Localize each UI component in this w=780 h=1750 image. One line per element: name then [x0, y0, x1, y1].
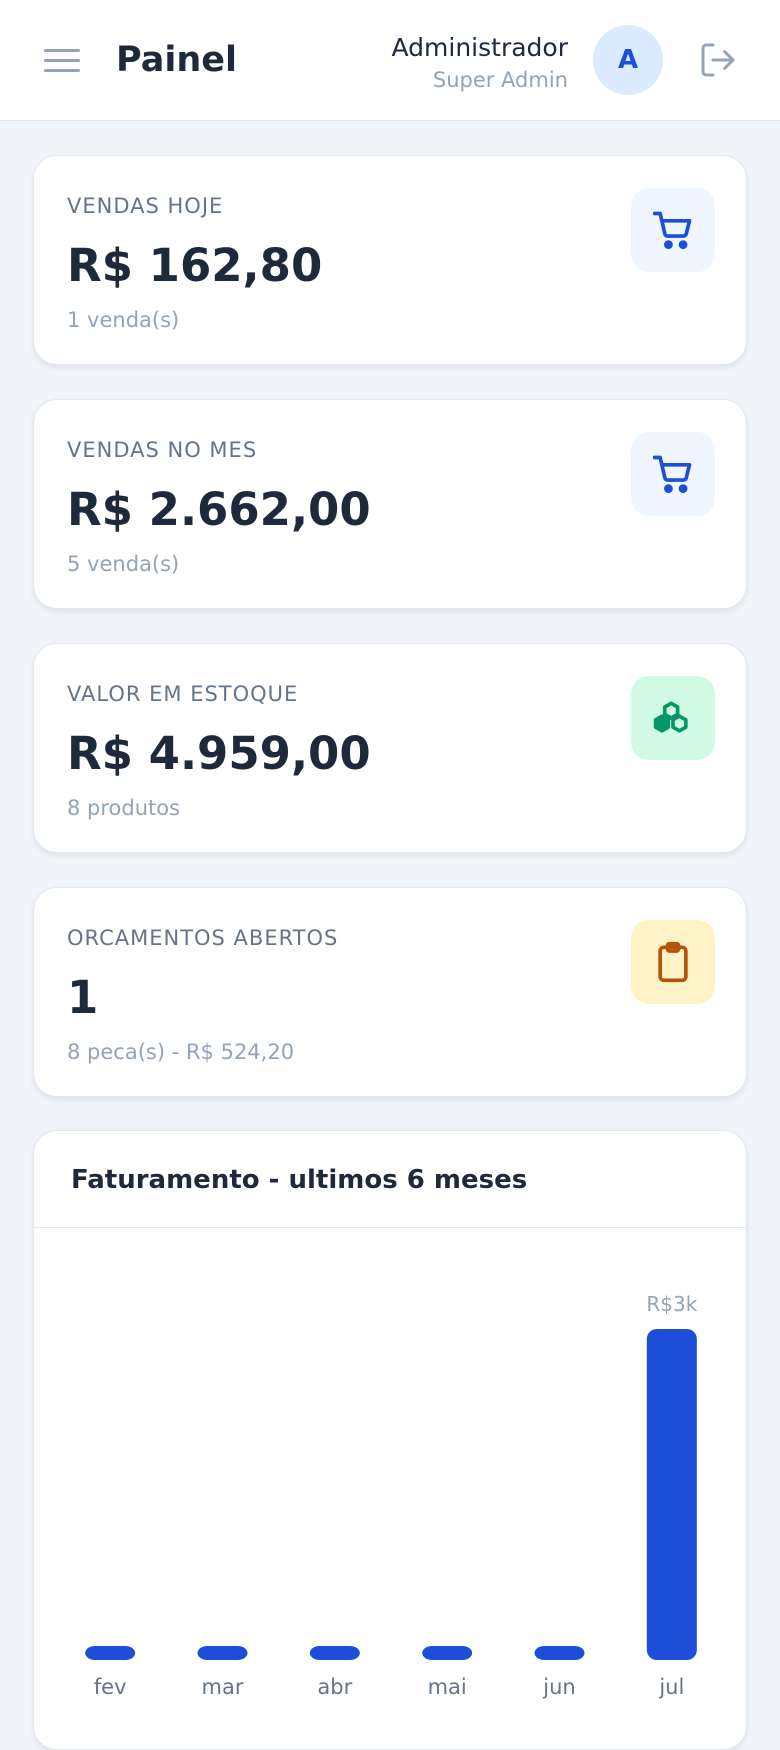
card-icon-box — [631, 676, 715, 760]
top-header: Painel Administrador Super Admin A — [0, 0, 780, 121]
boxes-icon — [653, 701, 688, 733]
bar-abr[interactable] — [309, 1646, 360, 1660]
card-label: VENDAS NO MES — [67, 438, 258, 462]
card-value: 1 — [67, 971, 99, 1024]
card-label: VENDAS HOJE — [67, 194, 224, 218]
hamburger-menu-icon — [44, 48, 80, 52]
bar-jun[interactable] — [534, 1646, 585, 1660]
clipboard-icon — [658, 941, 688, 983]
stat-card-open-quotes[interactable]: ORCAMENTOS ABERTOS 1 8 peca(s) - R$ 524,… — [33, 887, 747, 1097]
card-value: R$ 4.959,00 — [67, 727, 371, 780]
revenue-chart-card: Faturamento - ultimos 6 meses fev mar abr m… — [33, 1130, 747, 1750]
cart-icon — [652, 211, 692, 250]
menu-button[interactable] — [40, 40, 84, 80]
hamburger-menu-icon — [44, 58, 80, 62]
bar-value-label: R$3k — [646, 1292, 697, 1316]
card-icon-box — [631, 920, 715, 1004]
page-title: Painel — [116, 40, 237, 80]
x-tick-label: mai — [428, 1675, 467, 1699]
card-icon-box — [631, 188, 715, 272]
card-subtitle: 8 produtos — [67, 796, 181, 820]
card-subtitle: 8 peca(s) - R$ 524,20 — [67, 1040, 295, 1064]
x-tick-label: mar — [202, 1675, 244, 1699]
stat-card-sales-month[interactable]: VENDAS NO MES R$ 2.662,00 5 venda(s) — [33, 399, 747, 609]
card-value: R$ 162,80 — [67, 239, 323, 292]
bar-jul[interactable] — [646, 1329, 697, 1660]
x-tick-label: jun — [542, 1675, 575, 1699]
x-tick-label: jul — [658, 1675, 684, 1699]
avatar[interactable]: A — [593, 25, 663, 95]
x-tick-label: fev — [94, 1675, 127, 1699]
bar-mai[interactable] — [422, 1646, 473, 1660]
bar-mar[interactable] — [197, 1646, 248, 1660]
stat-card-sales-today[interactable]: VENDAS HOJE R$ 162,80 1 venda(s) — [33, 155, 747, 365]
card-subtitle: 1 venda(s) — [67, 308, 180, 332]
card-subtitle: 5 venda(s) — [67, 552, 180, 576]
card-icon-box — [631, 432, 715, 516]
user-role: Super Admin — [432, 68, 568, 92]
x-tick-label: abr — [317, 1675, 352, 1699]
hamburger-menu-icon — [44, 68, 80, 72]
stat-card-stock-value[interactable]: VALOR EM ESTOQUE R$ 4.959,00 8 produtos — [33, 643, 747, 853]
card-value: R$ 2.662,00 — [67, 483, 371, 536]
user-name: Administrador — [391, 33, 569, 62]
card-label: ORCAMENTOS ABERTOS — [67, 926, 339, 950]
logout-icon — [701, 43, 735, 77]
logout-button[interactable] — [698, 40, 738, 80]
cart-icon — [652, 455, 692, 494]
card-label: VALOR EM ESTOQUE — [67, 682, 299, 706]
chart-title: Faturamento - ultimos 6 meses — [71, 1165, 528, 1195]
revenue-bar-chart: fev mar abr mai jun R$3k jul — [85, 1292, 698, 1699]
bar-fev[interactable] — [85, 1646, 136, 1660]
